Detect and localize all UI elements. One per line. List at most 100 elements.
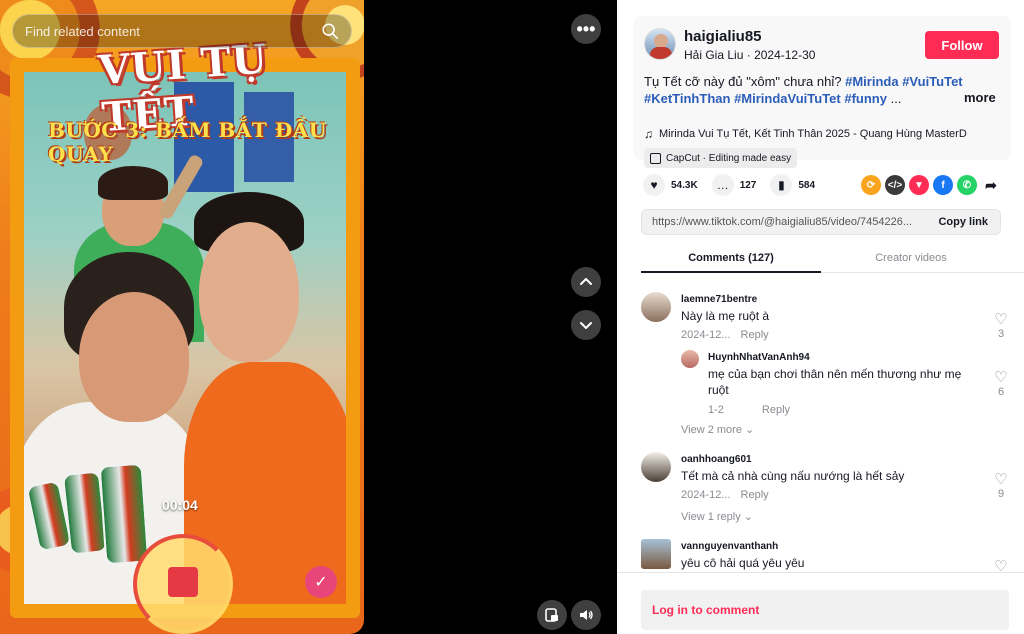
comment-like-count: 9 (997, 488, 1005, 500)
embed-icon[interactable]: </> (885, 175, 905, 195)
view-more-label: View 2 more (681, 424, 742, 436)
caption-text: Tụ Tết cỡ này đủ "xôm" chưa nhỉ? (644, 74, 842, 89)
comment-meta: 2024-12... Reply (681, 489, 769, 501)
tab-creator-videos[interactable]: Creator videos (821, 243, 1001, 273)
video-player[interactable]: VUI TỤ TẾT BƯỚC 3: BẤM BẮT ĐẦU QUAY 00:0… (0, 0, 364, 634)
meta-separator: · (746, 48, 755, 62)
more-options-button[interactable]: ••• (571, 14, 601, 44)
hashtag-link[interactable]: #funny (844, 91, 887, 106)
avatar[interactable] (641, 539, 671, 569)
comment-date: 1-2 (708, 404, 724, 416)
comment-item: vannguyenvanthanh yêu cô hải quá yêu yêu… (641, 539, 1011, 572)
whatsapp-icon[interactable]: ✆ (957, 175, 977, 195)
comment-username[interactable]: oanhhoang601 (681, 454, 752, 465)
comment-login-bar: Log in to comment (617, 572, 1024, 634)
video-url[interactable]: https://www.tiktok.com/@haigialiu85/vide… (652, 216, 926, 228)
hashtag-link[interactable]: #MirindaVuiTuTet (734, 91, 841, 106)
heart-icon: ♥ (643, 174, 665, 196)
comment-like-button[interactable]: ♡ 9 (991, 470, 1011, 500)
like-button[interactable]: ♥ 54.3K (643, 174, 698, 196)
avatar-figure (650, 47, 672, 59)
heart-outline-icon: ♡ (994, 369, 1008, 386)
hashtag-link[interactable]: #KetTinhThan (644, 91, 730, 106)
more-horizontal-icon: ••• (576, 19, 596, 39)
comment-like-button[interactable]: ♡ (991, 557, 1011, 572)
comment-reply-item: HuynhNhatVanAnh94 mẹ của bạn chơi thân n… (681, 350, 1011, 420)
author-display-name: Hải Gia Liu (684, 48, 744, 62)
chevron-down-icon: ⌄ (745, 424, 755, 436)
comment-text: mẹ của bạn chơi thân nên mến thương như … (708, 367, 962, 397)
music-title[interactable]: Mirinda Vui Tụ Tết, Kết Tinh Thân 2025 -… (659, 128, 967, 140)
previous-video-button[interactable] (571, 267, 601, 297)
comment-date: 2024-12... (681, 489, 731, 501)
comment-button[interactable]: … 127 (711, 174, 757, 196)
heart-outline-icon: ♡ (994, 471, 1008, 488)
copy-link-button[interactable]: Copy link (926, 216, 1000, 228)
reply-button[interactable]: Reply (741, 489, 769, 501)
hashtag-link[interactable]: #Mirinda (845, 74, 898, 89)
capcut-anchor[interactable]: CapCut · Editing made easy (644, 148, 798, 168)
view-more-replies[interactable]: View 2 more ⌄ (681, 423, 754, 436)
chevron-up-icon (580, 278, 592, 285)
avatar[interactable] (641, 452, 671, 482)
comment-count: 127 (739, 179, 757, 191)
person-mother-head (79, 292, 189, 422)
music-row[interactable]: ♫ Mirinda Vui Tụ Tết, Kết Tinh Thân 2025… (644, 127, 967, 141)
heart-outline-icon: ♡ (994, 311, 1008, 328)
comment-like-button[interactable]: ♡ 6 (991, 368, 1011, 398)
reply-button[interactable]: Reply (762, 404, 790, 416)
share-row: ⟳ </> ▼ f ✆ ➦ (861, 175, 1001, 195)
record-stop-icon (168, 567, 198, 597)
author-handle[interactable]: haigialiu85 (684, 28, 762, 45)
video-step-overlay: BƯỚC 3: BẤM BẮT ĐẦU QUAY (48, 118, 327, 166)
comment-text: Tết mà cả nhà cùng nấu nướng là hết sảy (681, 469, 905, 483)
side-panel: haigialiu85 Hải Gia Liu · 2024-12-30 Fol… (617, 0, 1024, 634)
volume-button[interactable] (571, 600, 601, 630)
login-to-comment-button[interactable]: Log in to comment (641, 590, 1009, 630)
avatar[interactable] (681, 350, 699, 368)
comment-like-count: 6 (997, 386, 1005, 398)
comment-list[interactable]: laemne71bentre Này là mẹ ruột à 2024-12.… (617, 280, 1024, 572)
panel-tabs: Comments (127) Creator videos (641, 243, 1024, 273)
caption-more-button[interactable]: more (964, 90, 996, 105)
follow-button[interactable]: Follow (925, 31, 999, 59)
comment-username[interactable]: HuynhNhatVanAnh94 (708, 352, 810, 363)
engagement-row: ♥ 54.3K … 127 ▮ 584 (643, 174, 829, 196)
avatar[interactable] (641, 292, 671, 322)
person-girl-hair (98, 166, 168, 200)
bookmark-icon: ▮ (770, 174, 793, 196)
person-man-head (199, 222, 299, 362)
author-meta: Hải Gia Liu · 2024-12-30 (684, 48, 815, 62)
reply-button[interactable]: Reply (741, 329, 769, 341)
comment-like-button[interactable]: ♡ 3 (991, 310, 1011, 340)
next-video-button[interactable] (571, 310, 601, 340)
pip-icon (545, 608, 558, 622)
chevron-down-icon: ⌄ (743, 511, 753, 523)
heart-outline-icon: ♡ (994, 558, 1008, 572)
avatar[interactable] (644, 28, 676, 60)
pinterest-icon[interactable]: ▼ (909, 175, 929, 195)
copy-link-box: https://www.tiktok.com/@haigialiu85/vide… (641, 209, 1001, 235)
share-arrow-icon[interactable]: ➦ (981, 175, 1001, 195)
hashtag-link[interactable]: #VuiTuTet (902, 74, 962, 89)
favorite-button[interactable]: ▮ 584 (770, 174, 815, 196)
comment-text: yêu cô hải quá yêu yêu (681, 556, 805, 570)
facebook-icon[interactable]: f (933, 175, 953, 195)
repost-icon[interactable]: ⟳ (861, 175, 881, 195)
comment-meta: 1-2 Reply (708, 404, 790, 416)
comment-item: oanhhoang601 Tết mà cả nhà cùng nấu nướn… (641, 452, 1011, 512)
search-icon[interactable] (321, 22, 339, 40)
tab-comments[interactable]: Comments (127) (641, 243, 821, 273)
picture-in-picture-button[interactable] (537, 600, 567, 630)
comment-icon: … (711, 174, 734, 196)
chevron-down-icon (580, 322, 592, 329)
search-bar[interactable] (12, 14, 352, 48)
check-icon: ✓ (305, 566, 337, 598)
comment-username[interactable]: vannguyenvanthanh (681, 541, 778, 552)
post-caption: Tụ Tết cỡ này đủ "xôm" chưa nhỉ? #Mirind… (644, 73, 964, 107)
view-more-replies[interactable]: View 1 reply ⌄ (681, 510, 753, 523)
comment-username[interactable]: laemne71bentre (681, 294, 757, 305)
search-input[interactable] (25, 23, 321, 39)
comment-item: laemne71bentre Này là mẹ ruột à 2024-12.… (641, 292, 1011, 352)
music-note-icon: ♫ (644, 127, 653, 141)
